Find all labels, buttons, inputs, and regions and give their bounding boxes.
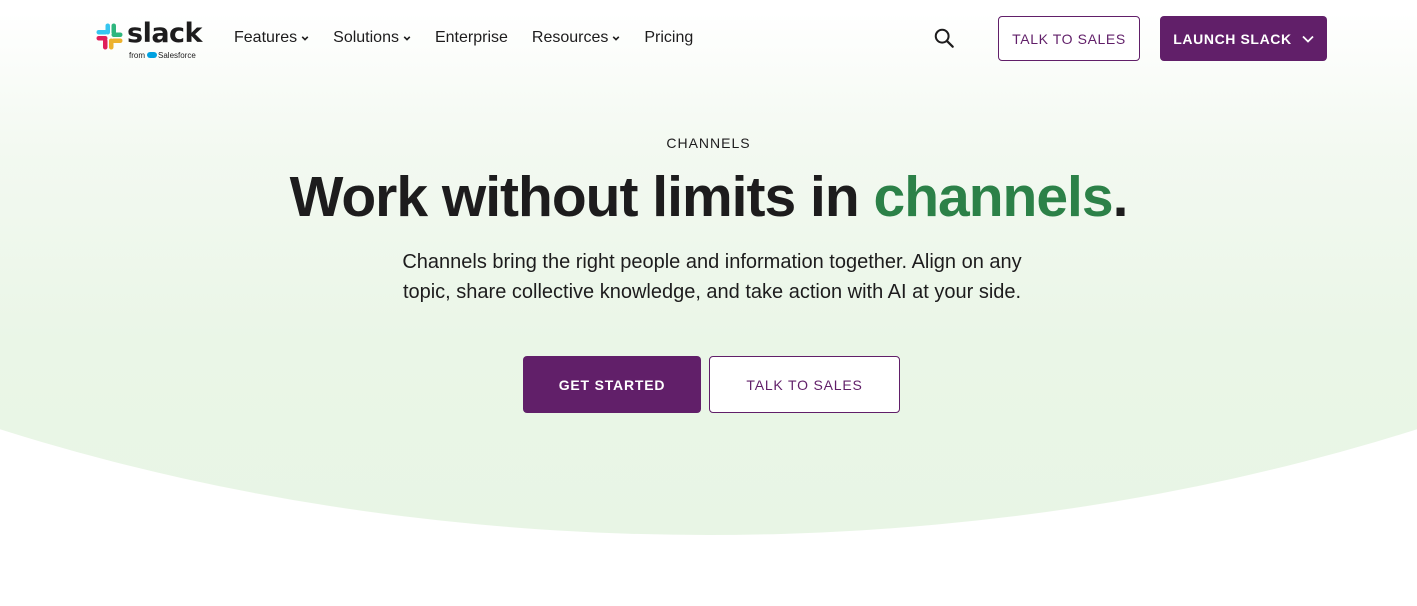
nav-item-enterprise[interactable]: Enterprise — [435, 29, 508, 47]
top-navigation: slack from Salesforce Features Solutions … — [0, 0, 1417, 78]
chevron-down-icon — [403, 36, 411, 41]
headline-end: . — [1112, 165, 1129, 229]
nav-item-label: Pricing — [644, 29, 694, 46]
nav-item-label: Solutions — [333, 29, 399, 46]
salesforce-cloud-icon — [147, 52, 157, 58]
hero-subcopy: Channels bring the right people and info… — [402, 251, 1022, 303]
nav-item-resources[interactable]: Resources — [532, 29, 620, 47]
header-talk-to-sales-button[interactable]: TALK TO SALES — [998, 16, 1140, 61]
hero-talk-to-sales-button[interactable]: TALK TO SALES — [709, 356, 900, 413]
nav-item-pricing[interactable]: Pricing — [644, 29, 693, 47]
hero-eyebrow: CHANNELS — [666, 135, 751, 151]
tagline-brand: Salesforce — [158, 51, 196, 60]
get-started-label: GET STARTED — [558, 376, 666, 393]
slack-logo[interactable]: slack from Salesforce — [96, 18, 203, 62]
nav-item-label: Enterprise — [434, 29, 508, 46]
chevron-down-icon — [613, 36, 620, 41]
headline-main: Work without limits in — [289, 165, 874, 229]
main-nav: Features Solutions Enterprise Resources … — [234, 29, 717, 47]
hero-talk-to-sales-label: TALK TO SALES — [746, 376, 863, 393]
chevron-down-icon — [301, 36, 309, 41]
salesforce-tagline: from Salesforce — [129, 51, 196, 60]
search-icon[interactable] — [933, 27, 955, 49]
headline-accent: channels — [873, 165, 1114, 229]
launch-slack-button[interactable]: LAUNCH SLACK — [1160, 16, 1327, 61]
launch-slack-label: LAUNCH SLACK — [1173, 30, 1292, 47]
slack-hash-logo-icon — [96, 23, 123, 50]
hero-headline: Work without limits in channels. — [0, 164, 1417, 230]
hero-section: CHANNELS Work without limits in channels… — [0, 0, 1417, 606]
nav-item-solutions[interactable]: Solutions — [333, 29, 411, 47]
get-started-button[interactable]: GET STARTED — [523, 356, 701, 413]
nav-item-label: Features — [234, 29, 298, 46]
header-talk-to-sales-label: TALK TO SALES — [1012, 30, 1126, 47]
nav-item-features[interactable]: Features — [234, 29, 309, 47]
slack-wordmark: slack — [127, 18, 203, 49]
nav-item-label: Resources — [531, 29, 609, 46]
tagline-prefix: from — [129, 51, 145, 60]
chevron-down-icon — [1302, 35, 1314, 43]
